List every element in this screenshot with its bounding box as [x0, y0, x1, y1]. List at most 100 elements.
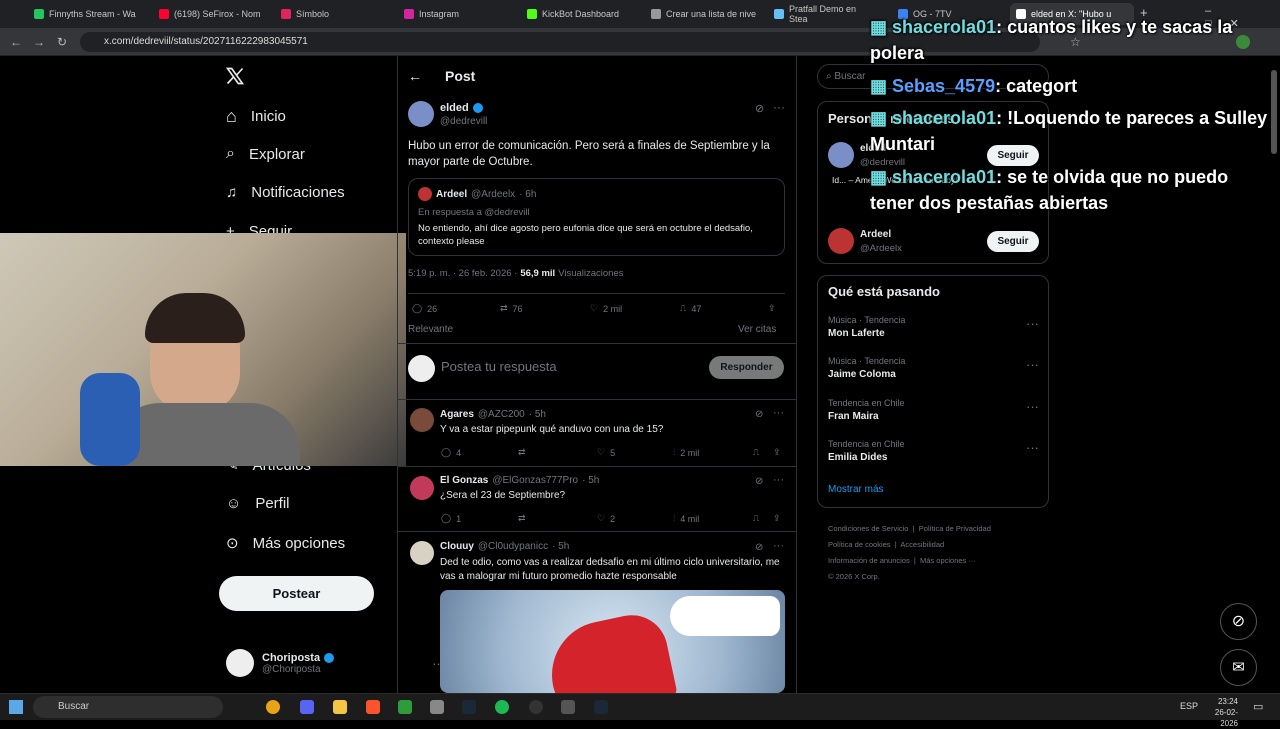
- steam-icon[interactable]: [462, 700, 476, 714]
- quoted-post[interactable]: Ardeel @Ardeelx · 6h En respuesta a @ded…: [408, 178, 785, 256]
- brave-icon[interactable]: [366, 700, 380, 714]
- forward-icon[interactable]: →: [33, 35, 45, 49]
- post-meta: 5:19 p. m. · 26 feb. 2026 · 56,9 mil Vis…: [408, 268, 624, 279]
- browser-tab[interactable]: Finnyths Stream - Wa: [28, 3, 153, 25]
- browser-tab[interactable]: KickBot Dashboard: [521, 3, 643, 25]
- sidebar-item-notificaciones[interactable]: ♫ Notificaciones: [226, 184, 345, 201]
- app-icon[interactable]: [561, 700, 575, 714]
- reply-header: El Gonzas @ElGonzas777Pro · 5h: [440, 475, 600, 486]
- avatar[interactable]: [828, 142, 854, 168]
- share-button[interactable]: ⇪: [768, 303, 776, 314]
- bookmark-button[interactable]: ⎍ 47: [680, 303, 701, 314]
- store-icon[interactable]: [398, 700, 412, 714]
- sidebar-item-inicio[interactable]: ⌂ Inicio: [226, 106, 286, 127]
- grok-float-button[interactable]: ⊘: [1220, 603, 1257, 640]
- browser-tab[interactable]: Instagram: [398, 3, 518, 25]
- x-logo-icon[interactable]: [225, 66, 245, 86]
- reply-media-image[interactable]: [440, 590, 785, 693]
- post-author[interactable]: elded: [440, 102, 483, 114]
- youtube-icon: [159, 9, 169, 19]
- browser-tab[interactable]: Crear una lista de nive: [645, 3, 765, 25]
- grok-icon[interactable]: ⊘: [755, 409, 763, 420]
- notification-icon[interactable]: ▭: [1253, 700, 1263, 713]
- more-icon[interactable]: ···: [773, 407, 784, 419]
- share-button[interactable]: ⇪: [773, 513, 781, 524]
- red-bird-drawing: [541, 608, 679, 693]
- avatar[interactable]: [410, 541, 434, 565]
- more-icon[interactable]: ···: [1026, 399, 1039, 414]
- grok-icon[interactable]: ⊘: [755, 102, 764, 115]
- more-icon[interactable]: ···: [1026, 357, 1039, 372]
- clock[interactable]: 23:24 26-02-2026: [1202, 696, 1238, 729]
- app-icon[interactable]: [430, 700, 444, 714]
- avatar[interactable]: [410, 476, 434, 500]
- browser-tab[interactable]: Pratfall Demo en Stea: [768, 3, 868, 25]
- taskbar-search[interactable]: Buscar: [33, 696, 223, 718]
- steam-icon[interactable]: [594, 700, 608, 714]
- browser-tab[interactable]: Símbolo: [275, 3, 395, 25]
- back-icon[interactable]: ←: [10, 35, 22, 49]
- obs-icon[interactable]: [529, 700, 543, 714]
- share-button[interactable]: ⇪: [773, 447, 781, 458]
- footer-links: Condiciones de Servicio | Política de Pr…: [828, 524, 991, 581]
- avatar[interactable]: [410, 408, 434, 432]
- repost-button[interactable]: ⇄: [518, 447, 526, 458]
- trend-item[interactable]: Tendencia en Chile Fran Maira: [828, 398, 905, 422]
- repost-icon: ⇄: [518, 447, 526, 457]
- reply-button[interactable]: ◯ 26: [412, 303, 437, 314]
- trend-item[interactable]: Música · Tendencia Jaime Coloma: [828, 356, 905, 380]
- trend-item[interactable]: Tendencia en Chile Emilia Dides: [828, 439, 905, 463]
- back-arrow-icon[interactable]: ←: [408, 68, 422, 84]
- more-icon[interactable]: ···: [773, 540, 784, 552]
- reply-button[interactable]: ◯ 1: [441, 513, 461, 524]
- discord-icon[interactable]: [300, 700, 314, 714]
- post-text: Hubo un error de comunicación. Pero será…: [408, 140, 770, 168]
- steam-icon: [774, 9, 784, 19]
- follow-button[interactable]: Seguir: [987, 231, 1039, 252]
- postear-button[interactable]: Postear: [219, 576, 374, 611]
- bookmark-button[interactable]: ⎍: [753, 447, 759, 458]
- heart-icon: ♡: [597, 447, 606, 457]
- reply-button[interactable]: ◯ 4: [441, 447, 461, 458]
- sidebar-item-explorar[interactable]: ⌕ Explorar: [226, 145, 305, 163]
- more-icon[interactable]: ···: [773, 100, 785, 114]
- views-button[interactable]: ⫶ 4 mil: [673, 513, 699, 524]
- like-button[interactable]: ♡ 2: [597, 513, 615, 524]
- account-switcher[interactable]: Choriposta @Choriposta ···: [226, 649, 445, 677]
- reply-icon: ◯: [441, 513, 452, 523]
- avatar[interactable]: [828, 228, 854, 254]
- reply-submit-button[interactable]: Responder: [709, 356, 784, 379]
- more-icon[interactable]: ···: [1026, 316, 1039, 331]
- trend-item[interactable]: Música · Tendencia Mon Laferte: [828, 315, 905, 339]
- avatar[interactable]: [408, 101, 434, 127]
- like-button[interactable]: ♡ 2 mil: [590, 303, 622, 314]
- folder-icon[interactable]: [333, 700, 347, 714]
- reload-icon[interactable]: ↻: [57, 35, 67, 49]
- view-quotes-link[interactable]: Ver citas: [738, 324, 776, 335]
- bookmark-icon: ⎍: [753, 447, 760, 457]
- reply-icon: ◯: [412, 303, 423, 313]
- like-button[interactable]: ♡ 5: [597, 447, 615, 458]
- divider: [397, 531, 796, 532]
- scrollbar-thumb[interactable]: [1271, 70, 1277, 154]
- grok-icon[interactable]: ⊘: [755, 476, 763, 487]
- views-button[interactable]: ⫶ 2 mil: [673, 447, 699, 458]
- repost-button[interactable]: ⇄: [518, 513, 526, 524]
- more-icon[interactable]: ···: [773, 474, 784, 486]
- chrome-icon[interactable]: [266, 700, 280, 714]
- show-more-link[interactable]: Mostrar más: [828, 484, 884, 495]
- reply-input[interactable]: Postea tu respuesta: [441, 359, 557, 374]
- reply-header: Agares @AZC200 · 5h: [440, 409, 546, 420]
- sort-dropdown[interactable]: Relevante: [408, 324, 453, 335]
- messages-float-button[interactable]: ✉: [1220, 649, 1257, 686]
- spotify-icon[interactable]: [495, 700, 509, 714]
- sidebar-item-mas-opciones[interactable]: ⊙ Más opciones: [226, 534, 345, 553]
- windows-start-icon[interactable]: [9, 700, 23, 714]
- more-icon[interactable]: ···: [1026, 440, 1039, 455]
- webcam-overlay: [0, 233, 406, 466]
- browser-tab[interactable]: (6198) SeFirox - Nom: [153, 3, 275, 25]
- sidebar-item-perfil[interactable]: ☺ Perfil: [226, 495, 290, 512]
- grok-icon[interactable]: ⊘: [755, 542, 763, 553]
- repost-button[interactable]: ⇄ 76: [500, 303, 523, 314]
- bookmark-button[interactable]: ⎍: [753, 513, 759, 524]
